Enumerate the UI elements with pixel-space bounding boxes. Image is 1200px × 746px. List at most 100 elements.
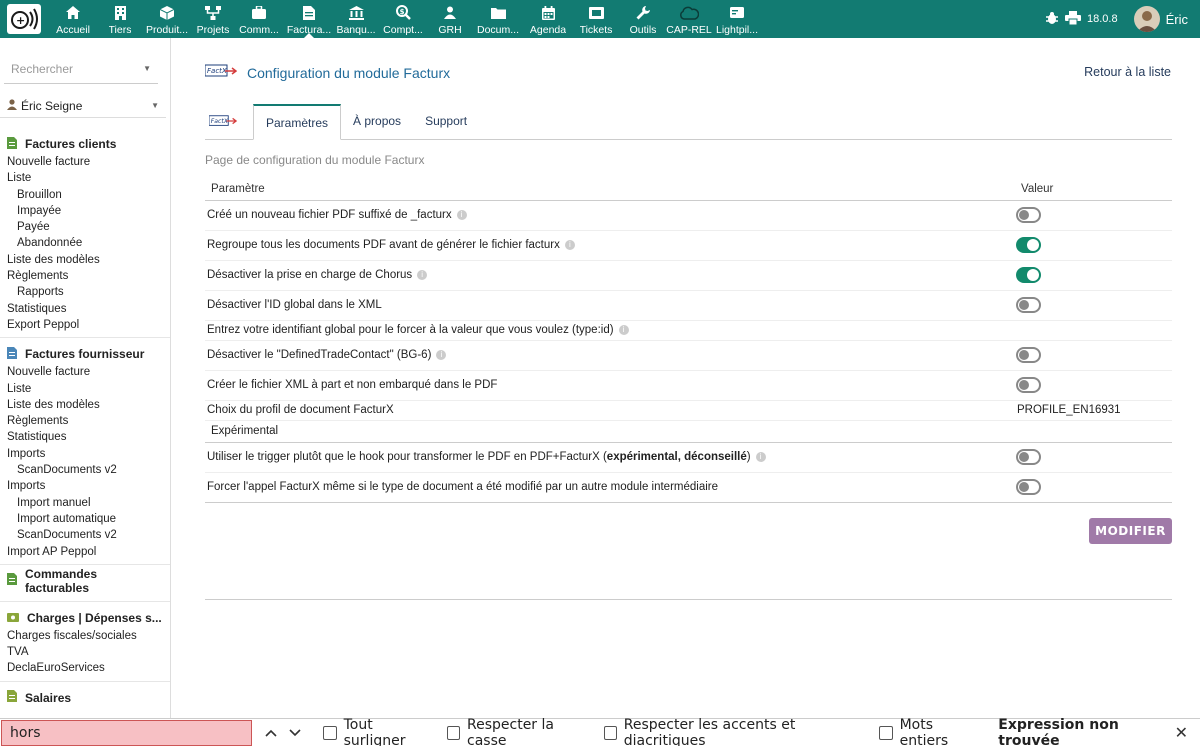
toggle-off-switch[interactable] (1016, 297, 1041, 313)
menu-item-label: CAP-REL (666, 23, 712, 36)
sidebar-link[interactable]: Nouvelle facture (0, 364, 170, 380)
ticket-icon (588, 5, 604, 21)
toggle-off-switch[interactable] (1016, 207, 1041, 223)
sidebar-link[interactable]: Import manuel (0, 495, 170, 511)
table-row: Désactiver la prise en charge de Chorus i (205, 260, 1172, 291)
avatar[interactable] (1133, 6, 1160, 32)
sidebar-link[interactable]: ScanDocuments v2 (0, 462, 170, 478)
toggle-off-switch[interactable] (1016, 347, 1041, 363)
sidebar-link[interactable]: DeclaEuroServices (0, 660, 170, 676)
menu-item-banqu[interactable]: Banqu... (334, 0, 378, 38)
sidebar-link[interactable]: Règlements (0, 413, 170, 429)
sidebar-user-name: Éric Seigne (21, 98, 83, 113)
tab-support[interactable]: Support (413, 103, 479, 139)
sidebar-link[interactable]: Imports (0, 478, 170, 494)
menu-item-produit[interactable]: Produit... (142, 0, 192, 38)
menu-item-lightpil[interactable]: Lightpil... (712, 0, 762, 38)
page-title: Configuration du module Facturx (247, 64, 451, 81)
info-icon[interactable]: i (456, 209, 467, 220)
sidebar-link[interactable]: Nouvelle facture (0, 154, 170, 170)
sidebar-link[interactable]: Import AP Peppol (0, 544, 170, 560)
menu-item-compt[interactable]: $ Compt... (378, 0, 428, 38)
sidebar-section-label: Salaires (25, 690, 72, 705)
sidebar-link[interactable]: Export Peppol (0, 317, 170, 333)
sidebar-link[interactable]: Abandonnée (0, 235, 170, 251)
menu-item-agenda[interactable]: Agenda (524, 0, 572, 38)
tab-a-propos[interactable]: À propos (341, 103, 413, 139)
app-logo[interactable]: + (0, 0, 48, 38)
sidebar-link[interactable]: Règlements (0, 268, 170, 284)
tab-parametres[interactable]: Paramètres (253, 104, 342, 140)
sidebar-link[interactable]: TVA (0, 644, 170, 660)
sidebar-link[interactable]: Liste des modèles (0, 397, 170, 413)
info-icon[interactable]: i (564, 239, 575, 250)
table-row: Désactiver l'ID global dans le XML (205, 290, 1172, 321)
checkbox-icon (603, 725, 617, 740)
sidebar-link[interactable]: Import automatique (0, 511, 170, 527)
folder-icon (490, 5, 506, 21)
sidebar-section-title[interactable]: Factures clients (0, 134, 170, 154)
toggle-off-switch[interactable] (1016, 449, 1041, 465)
modify-button[interactable]: MODIFIER (1089, 518, 1172, 544)
find-option-checkbox[interactable]: Mots entiers (879, 717, 980, 746)
sidebar-link[interactable]: Statistiques (0, 301, 170, 317)
sidebar-link[interactable]: Charges fiscales/sociales (0, 628, 170, 644)
bug-icon[interactable] (1045, 11, 1059, 28)
menu-item-docum[interactable]: Docum... (472, 0, 524, 38)
find-option-checkbox[interactable]: Respecter les accents et diacritiques (603, 717, 866, 746)
sidebar-section-title[interactable]: Factures fournisseur (0, 344, 170, 364)
menu-item-comm[interactable]: Comm... (234, 0, 284, 38)
menu-item-cap-rel[interactable]: CAP-REL (666, 0, 712, 38)
info-icon[interactable]: i (618, 324, 629, 335)
find-input[interactable]: hors (1, 719, 253, 746)
find-option-checkbox[interactable]: Respecter la casse (446, 717, 590, 746)
menu-item-projets[interactable]: Projets (192, 0, 234, 38)
find-status: Expression non trouvée (998, 716, 1119, 746)
sidebar-link[interactable]: Rapports (0, 284, 170, 300)
sidebar-section-title[interactable]: Commandes facturables (0, 567, 170, 595)
menu-item-tiers[interactable]: Tiers (98, 0, 142, 38)
menu-item-factura[interactable]: Factura... (284, 0, 334, 38)
sidebar-link[interactable]: Liste des modèles (0, 252, 170, 268)
toggle-off-switch[interactable] (1016, 377, 1041, 393)
sidebar-search[interactable]: Rechercher ▼ (4, 54, 158, 84)
close-icon[interactable]: ✕ (1175, 723, 1188, 742)
sidebar-section-title[interactable]: Salaires (0, 688, 170, 708)
sidebar-link[interactable]: Payée (0, 219, 170, 235)
sidebar-user-select[interactable]: Éric Seigne ▼ (0, 94, 166, 118)
table-row: Entrez votre identifiant global pour le … (205, 320, 1172, 341)
sidebar-link[interactable]: Statistiques (0, 429, 170, 445)
toggle-on-switch[interactable] (1016, 267, 1041, 283)
printer-icon[interactable] (1065, 10, 1082, 28)
sidebar-link[interactable]: Liste (0, 381, 170, 397)
sidebar-link[interactable]: ScanDocuments v2 (0, 527, 170, 543)
find-option-checkbox[interactable]: Tout surligner (323, 717, 432, 746)
user-name[interactable]: Éric (1166, 12, 1188, 27)
back-to-list-link[interactable]: Retour à la liste (1084, 65, 1171, 79)
info-icon[interactable]: i (417, 269, 428, 280)
sidebar-section-title[interactable]: Charges | Dépenses s... (0, 608, 170, 628)
sidebar-section-label: Charges | Dépenses s... (27, 610, 162, 625)
param-label: Forcer l'appel FacturX même si le type d… (207, 481, 719, 493)
param-label: Choix du profil de document FacturX (207, 404, 394, 416)
menu-item-outils[interactable]: Outils (620, 0, 666, 38)
svg-text:FactX: FactX (211, 117, 229, 125)
toggle-off-switch[interactable] (1016, 479, 1041, 495)
param-label: Créer le fichier XML à part et non embar… (207, 379, 498, 391)
sidebar-link[interactable]: Liste (0, 170, 170, 186)
menu-item-tickets[interactable]: Tickets (572, 0, 620, 38)
menu-item-grh[interactable]: GRH (428, 0, 472, 38)
find-next-button[interactable] (283, 725, 308, 741)
sidebar-link[interactable]: Brouillon (0, 187, 170, 203)
toggle-on-switch[interactable] (1016, 237, 1041, 253)
sidebar-link[interactable]: Imports (0, 446, 170, 462)
card-icon (730, 5, 744, 21)
sidebar-link[interactable]: Impayée (0, 203, 170, 219)
tab-bar: FactX Paramètres À propos Support (205, 104, 1172, 140)
menu-item-accueil[interactable]: Accueil (48, 0, 98, 38)
info-icon[interactable]: i (436, 349, 447, 360)
sidebar-section-label: Factures fournisseur (25, 347, 145, 362)
info-icon[interactable]: i (755, 451, 766, 462)
facturx-tab-logo-icon: FactX (205, 103, 253, 139)
find-previous-button[interactable] (258, 725, 283, 741)
